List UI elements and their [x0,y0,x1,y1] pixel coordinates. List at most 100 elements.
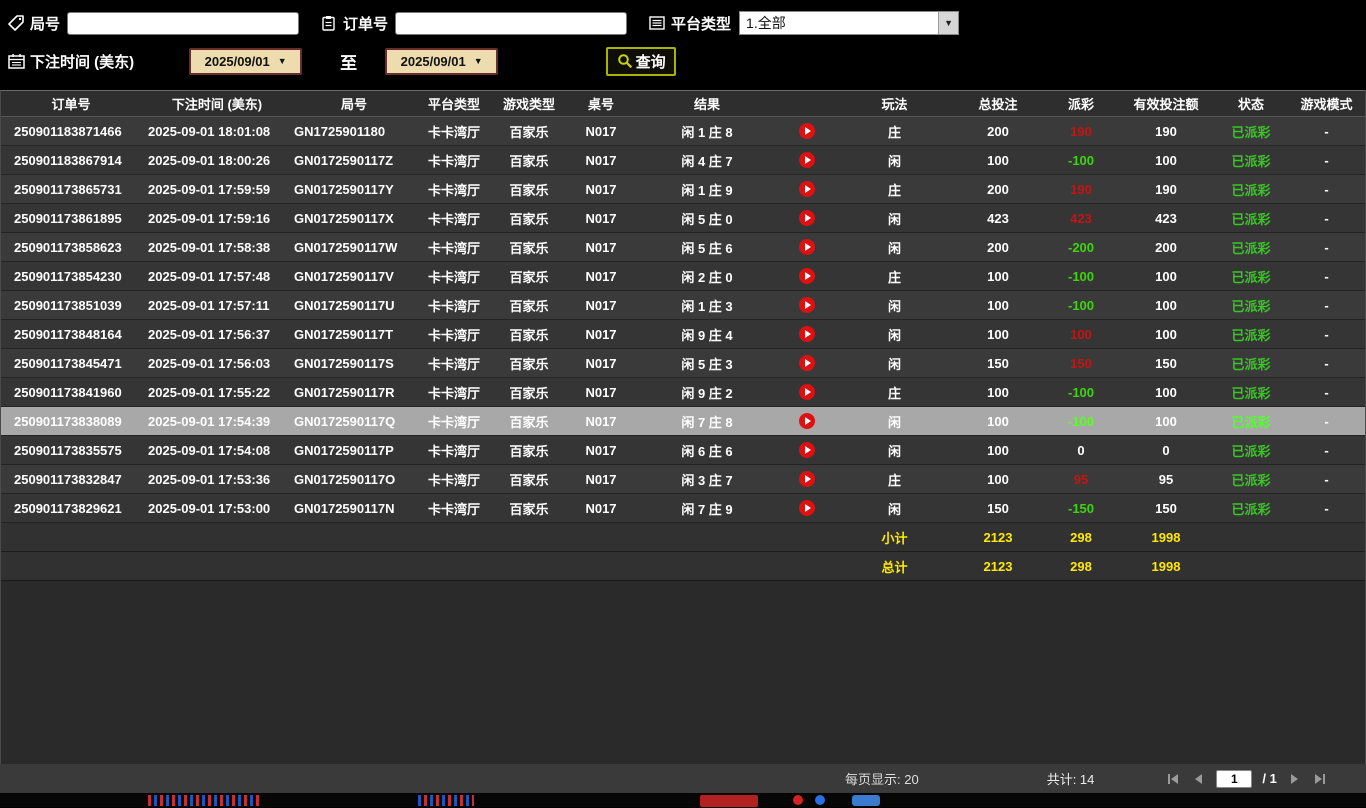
cell-platform: 卡卡湾厅 [427,327,480,343]
cell-video [777,268,837,284]
cell-mode: - [1324,355,1329,371]
play-video-button[interactable] [799,442,815,458]
cell-result: 闲 7 庄 8 [681,414,733,430]
calendar-icon [8,52,30,70]
play-video-button[interactable] [799,413,815,429]
cell-bet-type: 闲 [887,327,901,343]
play-video-button[interactable] [799,326,815,342]
cell-video [777,181,837,197]
table-row[interactable]: 250901173841960 2025-09-01 17:55:22 GN01… [1,378,1365,407]
last-page-button[interactable] [1312,772,1327,786]
date-to-picker[interactable]: 2025/09/01 ▼ [385,47,499,75]
play-video-button[interactable] [799,500,815,516]
prev-page-button[interactable] [1191,772,1206,786]
col-header-valid-bet: 有效投注额 [1133,97,1199,112]
table-row[interactable]: 250901173854230 2025-09-01 17:57:48 GN01… [1,262,1365,291]
play-video-button[interactable] [799,384,815,400]
table-row[interactable]: 250901173835575 2025-09-01 17:54:08 GN01… [1,436,1365,465]
play-video-button[interactable] [799,210,815,226]
bet-time-label: 下注时间 (美东) [30,53,135,71]
cell-total-bet: 100 [987,413,1009,429]
play-icon [805,330,811,338]
cell-bet-type: 庄 [887,124,901,140]
cell-bet-type: 闲 [887,356,901,372]
cell-platform: 卡卡湾厅 [427,414,480,430]
order-input[interactable] [395,11,628,35]
cell-bet-type: 庄 [887,182,901,198]
status-badge: 已派彩 [1231,211,1271,227]
cell-result: 闲 3 庄 7 [681,472,733,488]
play-video-button[interactable] [799,355,815,371]
date-from-picker[interactable]: 2025/09/01 ▼ [189,47,303,75]
cell-time: 2025-09-01 17:53:00 [148,500,271,516]
table-row[interactable]: 250901173858623 2025-09-01 17:58:38 GN01… [1,233,1365,262]
cell-payout: -200 [1067,239,1095,255]
table-row[interactable]: 250901173861895 2025-09-01 17:59:16 GN01… [1,204,1365,233]
cell-bet-type: 闲 [887,240,901,256]
cell-time: 2025-09-01 18:00:26 [148,152,271,168]
table-row[interactable]: 250901173845471 2025-09-01 17:56:03 GN01… [1,349,1365,378]
page-number-input[interactable] [1216,769,1253,788]
search-button-label: 查询 [635,53,666,71]
cell-table: N017 [585,413,617,429]
cell-payout: 190 [1070,181,1092,197]
chevron-down-icon: ▼ [473,56,483,66]
cell-platform: 卡卡湾厅 [427,124,480,140]
cell-total-bet: 100 [987,297,1009,313]
table-row[interactable]: 250901183867914 2025-09-01 18:00:26 GN01… [1,146,1365,175]
table-row[interactable]: 250901173838089 2025-09-01 17:54:39 GN01… [1,407,1365,436]
cell-table: N017 [585,384,617,400]
cell-result: 闲 5 庄 3 [681,356,733,372]
play-video-button[interactable] [799,239,815,255]
cell-valid-bet: 200 [1155,239,1177,255]
cell-video [777,239,837,255]
cell-bet-type: 闲 [887,501,901,517]
cell-total-bet: 100 [987,442,1009,458]
table-row[interactable]: 250901183871466 2025-09-01 18:01:08 GN17… [1,117,1365,146]
next-page-button[interactable] [1287,772,1302,786]
first-page-button[interactable] [1166,772,1181,786]
cell-payout: -100 [1067,268,1095,284]
play-video-button[interactable] [799,471,815,487]
col-header-result: 结果 [693,97,720,112]
cell-order: 250901173858623 [14,239,122,255]
status-badge: 已派彩 [1231,501,1271,517]
status-badge: 已派彩 [1231,298,1271,314]
play-icon [805,417,811,425]
play-video-button[interactable] [799,123,815,139]
cell-payout: 0 [1077,442,1085,458]
play-video-button[interactable] [799,268,815,284]
cell-payout: -100 [1067,152,1095,168]
status-badge: 已派彩 [1231,472,1271,488]
play-video-button[interactable] [799,297,815,313]
play-video-button[interactable] [799,152,815,168]
play-icon [805,243,811,251]
cell-result: 闲 1 庄 8 [681,124,733,140]
cell-platform: 卡卡湾厅 [427,356,480,372]
cell-game: 百家乐 [509,240,549,256]
subtotal-valid-bet: 1998 [1151,529,1181,545]
pagination-bar: 每页显示: 20 共计: 14 / 1 [0,764,1366,793]
play-icon [805,475,811,483]
tag-icon [8,14,30,32]
table-row[interactable]: 250901173848164 2025-09-01 17:56:37 GN01… [1,320,1365,349]
cell-round: GN0172590117W [294,239,398,255]
round-input[interactable] [67,11,300,35]
search-button[interactable]: 查询 [606,46,677,76]
play-video-button[interactable] [799,181,815,197]
table-row[interactable]: 250901173865731 2025-09-01 17:59:59 GN01… [1,175,1365,204]
col-header-platform: 平台类型 [427,97,480,112]
cell-order: 250901173851039 [14,297,122,313]
cell-time: 2025-09-01 17:58:38 [148,239,271,255]
table-row[interactable]: 250901173832847 2025-09-01 17:53:36 GN01… [1,465,1365,494]
table-row[interactable]: 250901173851039 2025-09-01 17:57:11 GN01… [1,291,1365,320]
cell-round: GN0172590117N [294,500,395,516]
cell-time: 2025-09-01 17:56:37 [148,326,271,342]
platform-label: 平台类型 [671,15,732,33]
cell-table: N017 [585,471,617,487]
table-row[interactable]: 250901173829621 2025-09-01 17:53:00 GN01… [1,494,1365,523]
cell-valid-bet: 423 [1155,210,1177,226]
status-badge: 已派彩 [1231,269,1271,285]
cell-round: GN0172590117Q [294,413,396,429]
platform-select[interactable]: 1.全部 ▼ [739,11,960,35]
